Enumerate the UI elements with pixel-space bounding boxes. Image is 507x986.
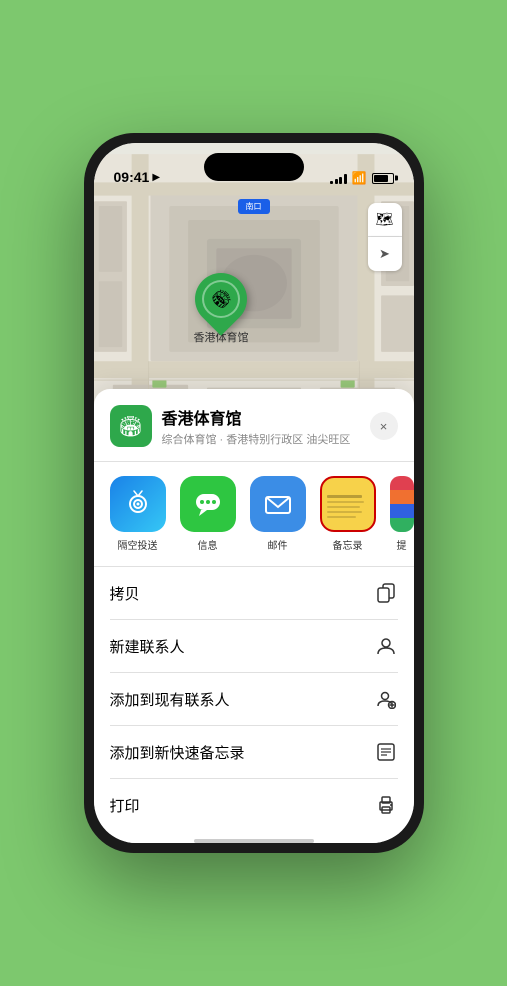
phone-frame: 09:41 ▶ 📶: [84, 133, 424, 853]
location-pin: 🏟 香港体育馆: [194, 273, 249, 345]
action-print[interactable]: 打印: [110, 779, 398, 831]
print-label: 打印: [110, 795, 140, 816]
messages-label: 信息: [198, 537, 218, 552]
copy-label: 拷贝: [110, 583, 140, 604]
airdrop-icon: [110, 476, 166, 532]
new-contact-label: 新建联系人: [110, 636, 185, 657]
signal-icon: [330, 173, 347, 184]
status-icons: 📶: [330, 171, 393, 185]
close-button[interactable]: ×: [370, 412, 398, 440]
notes-label: 备忘录: [333, 537, 363, 552]
more-label: 提: [397, 537, 407, 552]
mail-label: 邮件: [268, 537, 288, 552]
add-existing-label: 添加到现有联系人: [110, 689, 230, 710]
person-icon: [374, 634, 398, 658]
action-add-note[interactable]: 添加到新快速备忘录: [110, 726, 398, 779]
dynamic-island: [204, 153, 304, 181]
map-controls[interactable]: 🗺 ➤: [368, 203, 402, 271]
venue-icon-circle: 🏟: [110, 405, 152, 447]
venue-name: 香港体育馆: [162, 405, 360, 429]
pin-inner: 🏟: [202, 280, 240, 318]
printer-icon: [374, 793, 398, 817]
venue-icon-inner: 🏟: [118, 414, 143, 439]
more-icon: [390, 476, 414, 532]
share-apps-row: 隔空投送 信息: [94, 462, 414, 567]
battery-icon: [372, 173, 394, 184]
nav-label: 南口: [238, 199, 270, 214]
share-app-messages[interactable]: 信息: [180, 476, 236, 552]
home-indicator: [194, 839, 314, 843]
share-app-more[interactable]: 提: [390, 476, 414, 552]
location-button[interactable]: ➤: [368, 237, 402, 271]
venue-icon: 🏟: [207, 285, 236, 314]
action-copy[interactable]: 拷贝: [110, 567, 398, 620]
person-add-icon: [374, 687, 398, 711]
pin-marker: 🏟: [184, 262, 258, 336]
bottom-sheet: 🏟 香港体育馆 综合体育馆 · 香港特别行政区 油尖旺区 ×: [94, 389, 414, 843]
copy-icon: [374, 581, 398, 605]
location-header: 🏟 香港体育馆 综合体育馆 · 香港特别行政区 油尖旺区 ×: [94, 405, 414, 462]
wifi-icon: 📶: [352, 171, 367, 185]
share-app-airdrop[interactable]: 隔空投送: [110, 476, 166, 552]
action-new-contact[interactable]: 新建联系人: [110, 620, 398, 673]
mail-icon: [250, 476, 306, 532]
action-list: 拷贝 新建联系人: [94, 567, 414, 831]
airdrop-label: 隔空投送: [118, 537, 158, 552]
venue-subtitle: 综合体育馆 · 香港特别行政区 油尖旺区: [162, 431, 360, 447]
share-app-mail[interactable]: 邮件: [250, 476, 306, 552]
notes-icon: [320, 476, 376, 532]
map-type-icon: 🗺: [376, 211, 394, 228]
messages-icon: [180, 476, 236, 532]
location-info: 香港体育馆 综合体育馆 · 香港特别行政区 油尖旺区: [162, 405, 360, 447]
location-arrow-icon: ➤: [379, 246, 390, 262]
phone-screen: 09:41 ▶ 📶: [94, 143, 414, 843]
action-add-existing[interactable]: 添加到现有联系人: [110, 673, 398, 726]
note-icon: [374, 740, 398, 764]
share-app-notes[interactable]: 备忘录: [320, 476, 376, 552]
close-icon: ×: [380, 419, 388, 434]
map-type-button[interactable]: 🗺: [368, 203, 402, 237]
location-arrow-icon: ▶: [152, 172, 160, 183]
status-time: 09:41: [114, 169, 150, 185]
add-note-label: 添加到新快速备忘录: [110, 742, 245, 763]
